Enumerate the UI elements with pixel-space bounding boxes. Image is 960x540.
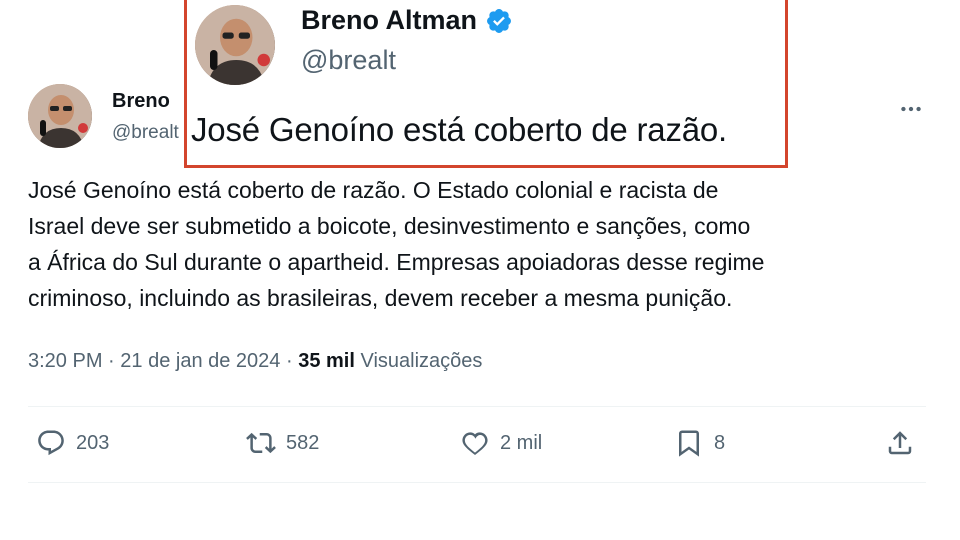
- divider: [28, 482, 926, 483]
- retweet-count: 582: [286, 431, 320, 454]
- tweet-text-line: criminoso, incluindo as brasileiras, dev…: [28, 285, 733, 311]
- divider: [28, 406, 926, 407]
- bookmark-icon: [679, 430, 699, 457]
- author-name[interactable]: Breno: [112, 90, 170, 113]
- views-count[interactable]: 35 mil: [298, 350, 355, 372]
- tweet-date[interactable]: 21 de jan de 2024: [120, 350, 280, 372]
- like-button[interactable]: 2 mil: [460, 428, 542, 458]
- highlight-callout: Breno Altman @brealt José Genoíno está c…: [184, 0, 788, 168]
- bookmark-button[interactable]: 8: [674, 428, 725, 458]
- meta-separator: ·: [280, 350, 299, 372]
- callout-avatar-image: [195, 5, 275, 85]
- like-icon: [462, 432, 488, 456]
- more-icon[interactable]: [898, 96, 924, 122]
- share-icon: [888, 431, 912, 455]
- action-bar: 203 582 2 mil 8: [0, 422, 960, 470]
- reply-icon: [38, 430, 64, 456]
- avatar[interactable]: [28, 84, 92, 148]
- tweet-text-line: José Genoíno está coberto de razão. O Es…: [28, 177, 719, 203]
- tweet-meta: 3:20 PM · 21 de jan de 2024 · 35 mil Vis…: [28, 350, 482, 373]
- verified-icon: [487, 8, 511, 33]
- callout-quote: José Genoíno está coberto de razão.: [191, 111, 728, 148]
- bookmark-count: 8: [714, 431, 726, 454]
- meta-separator: ·: [102, 350, 121, 372]
- avatar-image: [28, 84, 92, 148]
- author-handle[interactable]: @brealt: [112, 122, 179, 144]
- like-count: 2 mil: [500, 431, 543, 454]
- retweet-icon: [246, 432, 276, 454]
- retweet-button[interactable]: 582: [246, 428, 319, 458]
- callout-avatar: [195, 5, 275, 85]
- tweet-text-line: a África do Sul durante o apartheid. Emp…: [28, 249, 765, 275]
- callout-handle: @brealt: [301, 45, 396, 75]
- tweet-text: José Genoíno está coberto de razão. O Es…: [28, 172, 928, 316]
- reply-button[interactable]: 203: [36, 428, 109, 458]
- callout-author-name: Breno Altman: [301, 5, 513, 36]
- share-button[interactable]: [885, 428, 915, 458]
- tweet-time[interactable]: 3:20 PM: [28, 350, 102, 372]
- tweet-text-line: Israel deve ser submetido a boicote, des…: [28, 213, 751, 239]
- views-label[interactable]: Visualizações: [355, 350, 482, 372]
- callout-name-text: Breno Altman: [301, 5, 478, 35]
- reply-count: 203: [76, 431, 110, 454]
